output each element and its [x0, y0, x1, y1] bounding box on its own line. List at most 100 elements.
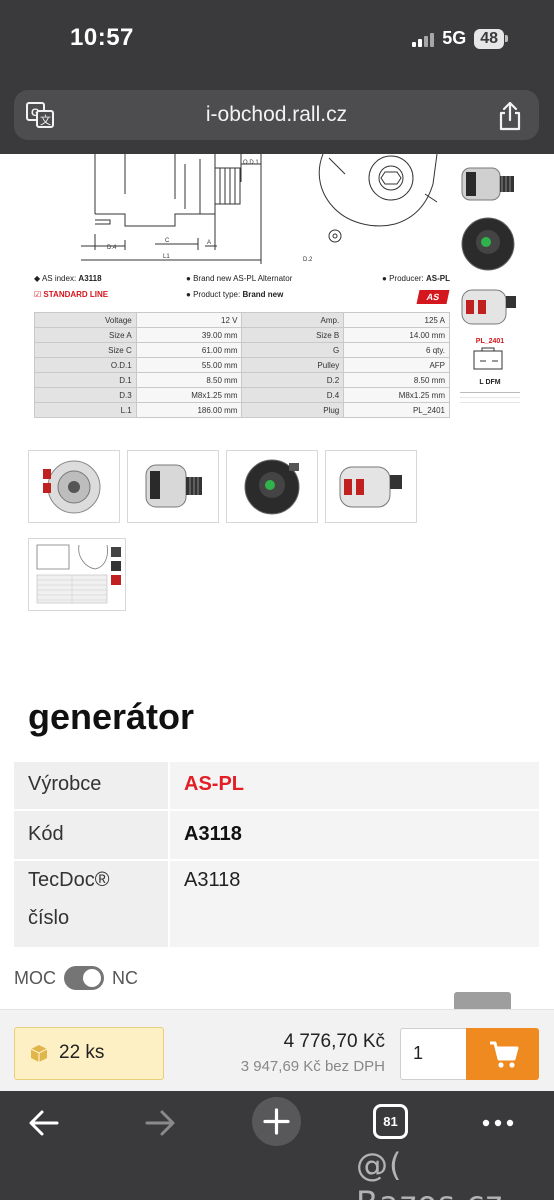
info-row-code: Kód A3118	[14, 810, 539, 861]
spec-table: Voltage 12 V Amp. 125 A Size A 39.00 mm Size B…	[34, 312, 450, 418]
status-time: 10:57	[70, 24, 134, 51]
spec-value: M8x1.25 mm	[343, 387, 450, 403]
spec-key: Pulley	[241, 357, 345, 373]
label-d4: D.4	[107, 245, 117, 251]
spec-key: Amp.	[241, 312, 345, 328]
spec-value: PL_2401	[343, 402, 450, 418]
plug-icon	[473, 347, 503, 370]
info-value-code: A3118	[169, 810, 539, 861]
plus-icon	[263, 1108, 290, 1135]
spec-row: D.3 M8x1.25 mm D.4 M8x1.25 mm	[34, 387, 450, 403]
label-c: C	[165, 238, 170, 244]
status-bar: 10:57 5G 48	[0, 0, 554, 84]
scroll-to-top-button[interactable]	[454, 992, 511, 1009]
spec-row: Voltage 12 V Amp. 125 A	[34, 312, 450, 328]
thumbnail-datasheet[interactable]	[28, 538, 126, 611]
toggle-label-nc: NC	[112, 967, 138, 988]
thumbnail-side[interactable]	[127, 450, 219, 523]
price-toggle: MOC NC	[14, 966, 138, 990]
address-bar[interactable]: G 文 i-obchod.rall.cz	[14, 90, 539, 140]
technical-drawing: O.D.1 D.4 C A L1 D.2	[81, 154, 438, 264]
status-indicators: 5G 48	[412, 28, 508, 49]
spec-value: M8x1.25 mm	[135, 387, 243, 403]
spec-key: Size C	[34, 342, 137, 358]
price-without-vat: 3 947,69 Kč bez DPH	[240, 1058, 385, 1075]
spec-row: O.D.1 55.00 mm Pulley AFP	[34, 357, 450, 373]
spec-value: 14.00 mm	[343, 327, 450, 343]
spec-key: O.D.1	[34, 357, 137, 373]
product-datasheet-image[interactable]: O.D.1 D.4 C A L1 D.2 ◆ AS index: A3118 ☑…	[30, 154, 520, 424]
info-row-manufacturer: Výrobce AS-PL	[14, 762, 539, 811]
label-a: A	[207, 240, 211, 246]
spec-key: D.4	[241, 387, 345, 403]
plug-label: PL_2401	[475, 338, 505, 345]
screen: 10:57 5G 48 G 文 i-obchod.rall.cz O.D.1 D…	[0, 0, 554, 1200]
add-to-cart-button[interactable]	[466, 1028, 539, 1080]
side-photos: PL_2401 L DFM	[454, 154, 524, 424]
new-tab-button[interactable]	[252, 1097, 301, 1146]
as-pl-logo: AS	[416, 290, 450, 304]
spec-value: 61.00 mm	[135, 342, 243, 358]
battery-level: 48	[474, 28, 504, 49]
spec-key: L.1	[34, 402, 137, 418]
quantity-input[interactable]: 1	[400, 1028, 470, 1080]
more-icon[interactable]	[480, 1103, 516, 1143]
spec-key: G	[241, 342, 345, 358]
page-content: O.D.1 D.4 C A L1 D.2 ◆ AS index: A3118 ☑…	[0, 154, 554, 1009]
spec-value: 186.00 mm	[135, 402, 243, 418]
box-icon	[30, 1045, 48, 1062]
info-value-manufacturer[interactable]: AS-PL	[169, 762, 539, 811]
stock-badge: 22 ks	[14, 1027, 164, 1080]
network-label: 5G	[442, 28, 467, 48]
spec-row: Size A 39.00 mm Size B 14.00 mm	[34, 327, 450, 343]
forward-arrow-icon[interactable]	[142, 1103, 178, 1143]
price-with-vat: 4 776,70 Kč	[283, 1031, 385, 1052]
info-row-tecdoc: TecDoc® číslo A3118	[14, 860, 539, 949]
spec-key: Plug	[241, 402, 345, 418]
moc-nc-switch[interactable]	[64, 966, 104, 990]
share-icon[interactable]	[497, 101, 523, 131]
spec-value: 39.00 mm	[135, 327, 243, 343]
watermark: @( Bazos.cz	[356, 1146, 502, 1200]
spec-row: L.1 186.00 mm Plug PL_2401	[34, 402, 450, 418]
spec-row: D.1 8.50 mm D.2 8.50 mm	[34, 372, 450, 388]
info-key-tecdoc: TecDoc® číslo	[14, 860, 170, 949]
thumbnail-front[interactable]	[28, 450, 120, 523]
tabs-button[interactable]: 81	[373, 1104, 408, 1139]
spec-row: Size C 61.00 mm G 6 qty.	[34, 342, 450, 358]
spec-value: 8.50 mm	[135, 372, 243, 388]
spec-key: Size A	[34, 327, 137, 343]
alternator-side-photo	[461, 167, 514, 201]
label-d2: D.2	[303, 257, 313, 263]
label-l1: L1	[163, 254, 170, 260]
thumbnail-connector[interactable]	[325, 450, 417, 523]
datasheet-header: ◆ AS index: A3118 ☑ STANDARD LINE ● Bran…	[34, 274, 450, 299]
spec-value: 55.00 mm	[135, 357, 243, 373]
spec-value: 6 qty.	[343, 342, 450, 358]
purchase-bar: 22 ks 4 776,70 Kč 3 947,69 Kč bez DPH 1	[0, 1009, 554, 1091]
spec-value: 125 A	[343, 312, 450, 328]
url-text[interactable]: i-obchod.rall.cz	[14, 103, 539, 127]
battery-icon: 48	[474, 28, 508, 49]
standard-line-label: ☑ STANDARD LINE	[34, 290, 109, 299]
alternator-connector-photo	[461, 289, 516, 325]
plug-pins: L DFM	[479, 379, 501, 386]
back-arrow-icon[interactable]	[26, 1103, 62, 1143]
cart-icon	[490, 1041, 519, 1068]
image-thumbnails	[28, 450, 428, 615]
stock-quantity: 22 ks	[59, 1042, 105, 1063]
address-bar-area: G 文 i-obchod.rall.cz	[0, 84, 554, 154]
chevron-up-icon	[454, 992, 511, 1009]
toggle-label-moc: MOC	[14, 967, 56, 988]
thumbnail-rear[interactable]	[226, 450, 318, 523]
signal-icon	[412, 31, 435, 47]
spec-value: 12 V	[135, 312, 243, 328]
product-info-table: Výrobce AS-PL Kód A3118 TecDoc® číslo A3…	[14, 762, 539, 949]
spec-key: D.2	[241, 372, 345, 388]
spec-key: Size B	[241, 327, 345, 343]
spec-value: 8.50 mm	[343, 372, 450, 388]
label-od1: O.D.1	[243, 160, 259, 166]
spec-key: Voltage	[34, 312, 137, 328]
spec-value: AFP	[343, 357, 450, 373]
alternator-rear-photo	[461, 217, 515, 271]
